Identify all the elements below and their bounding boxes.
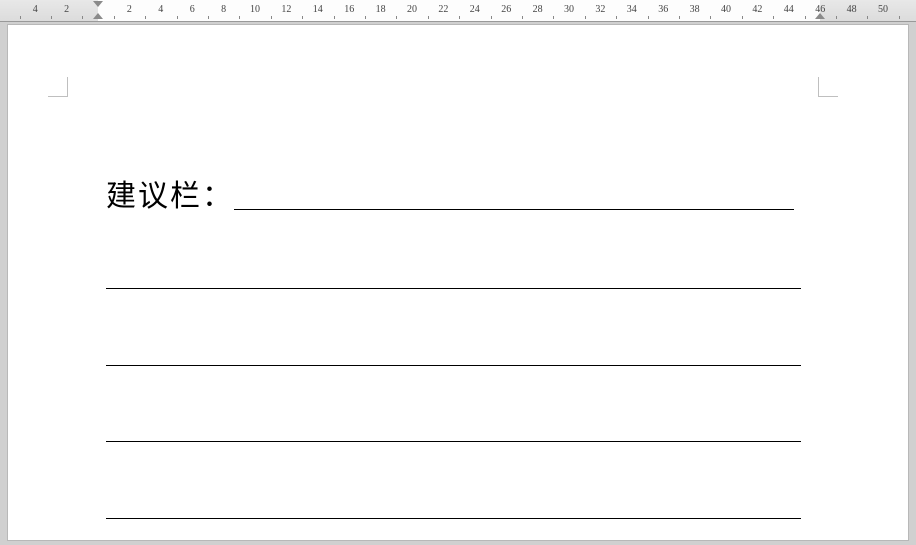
ruler-minor-tick xyxy=(302,16,303,19)
ruler-minor-tick xyxy=(899,16,900,19)
ruler-minor-tick xyxy=(522,16,523,19)
ruler-minor-tick xyxy=(491,16,492,19)
ruler-minor-tick xyxy=(396,16,397,19)
blank-line[interactable] xyxy=(106,480,808,535)
ruler-tick: 20 xyxy=(407,4,417,15)
ruler-minor-tick xyxy=(20,16,21,19)
ruler-tick: 4 xyxy=(33,4,38,15)
ruler-minor-tick xyxy=(585,16,586,19)
ruler-minor-tick xyxy=(710,16,711,19)
ruler-tick: 32 xyxy=(595,4,605,15)
ruler-tick: 26 xyxy=(501,4,511,15)
ruler-tick: 2 xyxy=(127,4,132,15)
ruler-minor-tick xyxy=(365,16,366,19)
ruler-minor-tick xyxy=(867,16,868,19)
ruler-tick: 14 xyxy=(313,4,323,15)
ruler-minor-tick xyxy=(648,16,649,19)
ruler-tick: 6 xyxy=(190,4,195,15)
ruler-minor-tick xyxy=(334,16,335,19)
ruler-minor-tick xyxy=(805,16,806,19)
document-body[interactable]: 建议栏： xyxy=(106,165,808,541)
ruler-minor-tick xyxy=(177,16,178,19)
blank-line[interactable] xyxy=(106,403,808,458)
ruler-tick: 40 xyxy=(721,4,731,15)
ruler-tick: 4 xyxy=(158,4,163,15)
blank-underline[interactable] xyxy=(106,414,801,443)
ruler-tick: 50 xyxy=(878,4,888,15)
ruler-tick: 36 xyxy=(658,4,668,15)
ruler-tick: 44 xyxy=(784,4,794,15)
ruler-tick: 12 xyxy=(281,4,291,15)
blank-underline[interactable] xyxy=(106,490,801,519)
ruler-minor-tick xyxy=(679,16,680,19)
ruler-minor-tick xyxy=(616,16,617,19)
ruler-minor-tick xyxy=(208,16,209,19)
suggestion-label: 建议栏： xyxy=(106,180,234,213)
ruler-tick: 2 xyxy=(64,4,69,15)
first-line-indent-icon[interactable] xyxy=(93,1,103,7)
ruler-tick: 30 xyxy=(564,4,574,15)
horizontal-ruler[interactable]: 4224681012141618202224262830323436384042… xyxy=(0,0,916,22)
ruler-tick: 46 xyxy=(815,4,825,15)
ruler-minor-tick xyxy=(271,16,272,19)
ruler-tick: 22 xyxy=(438,4,448,15)
hanging-indent-icon[interactable] xyxy=(93,13,103,19)
ruler-minor-tick xyxy=(51,16,52,19)
ruler-tick: 24 xyxy=(470,4,480,15)
ruler-minor-tick xyxy=(553,16,554,19)
ruler-minor-tick xyxy=(82,16,83,19)
margin-corner-top-right xyxy=(818,77,838,97)
ruler-tick: 16 xyxy=(344,4,354,15)
ruler-tick: 34 xyxy=(627,4,637,15)
ruler-tick: 42 xyxy=(752,4,762,15)
ruler-minor-tick xyxy=(836,16,837,19)
ruler-minor-tick xyxy=(428,16,429,19)
ruler-minor-tick xyxy=(773,16,774,19)
blank-line[interactable] xyxy=(106,327,808,382)
ruler-minor-tick xyxy=(459,16,460,19)
blank-underline[interactable] xyxy=(106,337,801,366)
ruler-minor-tick xyxy=(239,16,240,19)
blank-underline[interactable] xyxy=(106,260,801,289)
document-page[interactable]: 建议栏： xyxy=(7,24,909,541)
blank-line[interactable] xyxy=(106,250,808,305)
ruler-tick: 38 xyxy=(690,4,700,15)
ruler-tick: 48 xyxy=(847,4,857,15)
ruler-tick: 18 xyxy=(376,4,386,15)
ruler-tick: 10 xyxy=(250,4,260,15)
heading-line[interactable]: 建议栏： xyxy=(106,165,808,228)
ruler-minor-tick xyxy=(145,16,146,19)
ruler-tick: 8 xyxy=(221,4,226,15)
ruler-minor-tick xyxy=(742,16,743,19)
ruler-minor-tick xyxy=(114,16,115,19)
ruler-tick: 28 xyxy=(533,4,543,15)
margin-corner-top-left xyxy=(48,77,68,97)
blank-underline[interactable] xyxy=(234,181,794,210)
